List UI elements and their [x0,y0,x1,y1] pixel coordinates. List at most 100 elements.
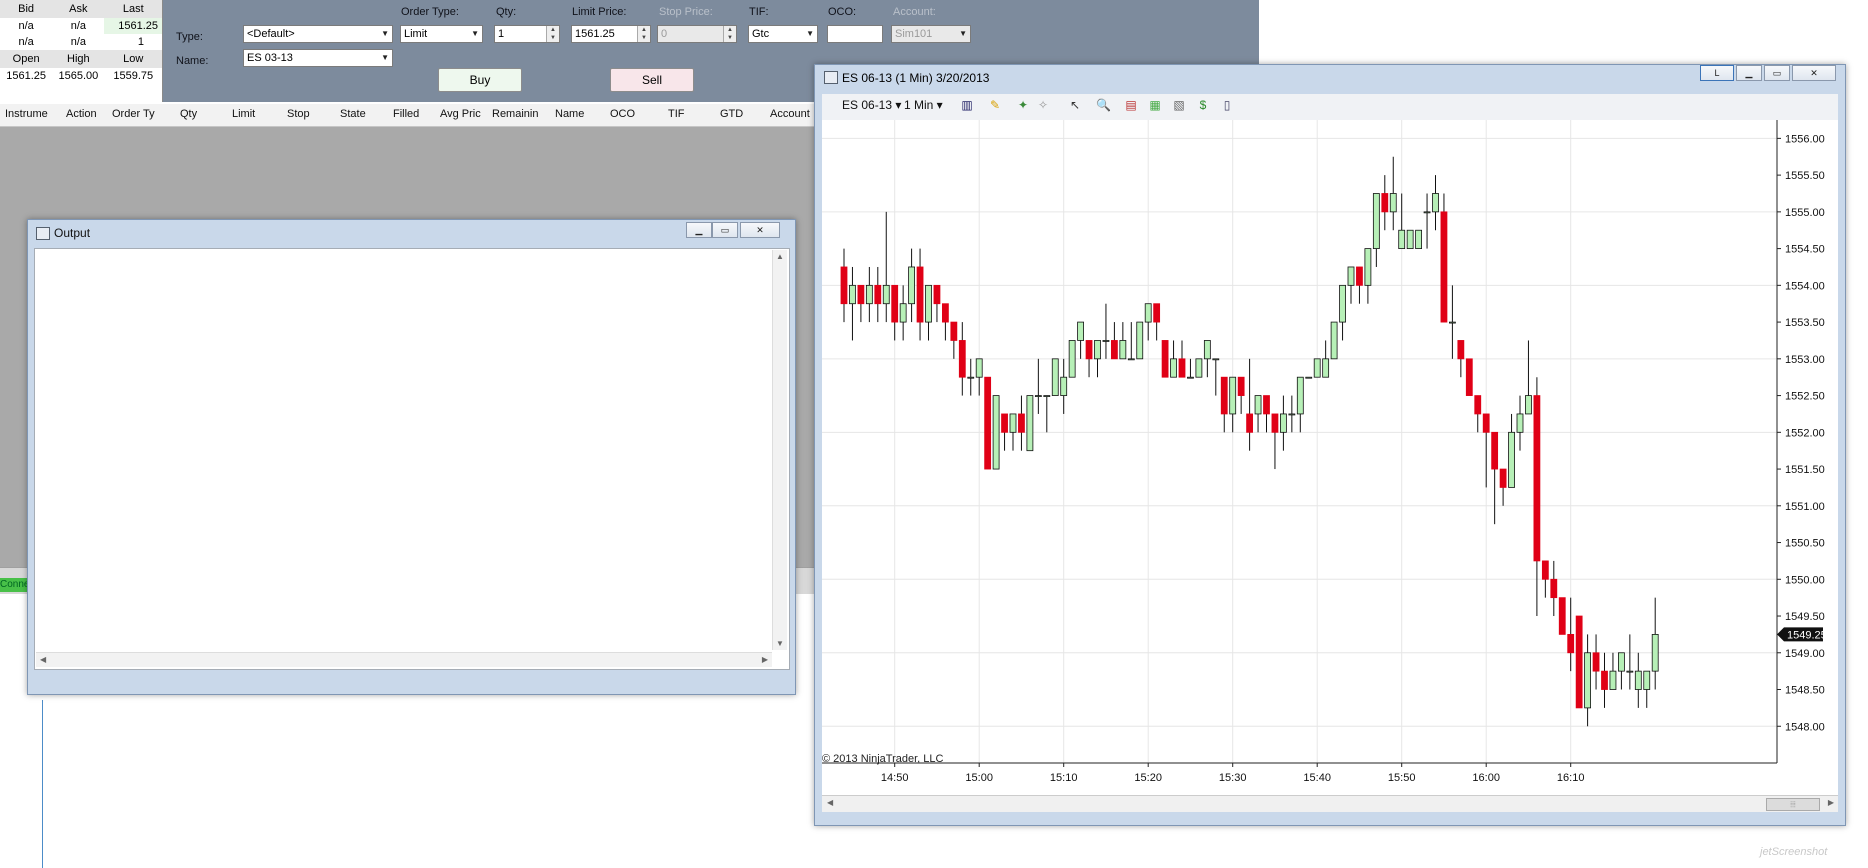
column-header[interactable]: Filled [393,108,419,120]
scroll-thumb[interactable]: ⦙⦙⦙ [1766,798,1820,811]
column-header[interactable]: Remainin [492,108,538,120]
sell-button[interactable]: Sell [610,68,694,92]
maximize-icon[interactable]: ▭ [1764,65,1790,81]
column-header[interactable]: OCO [610,108,635,120]
strategies-icon[interactable]: $ [1196,98,1210,112]
close-icon[interactable]: ✕ [1792,65,1836,81]
candle-body [1271,413,1279,433]
account-select: Sim101 ▼ [891,25,971,43]
candle [1634,652,1642,708]
chart-style-icon[interactable]: ▥ [960,98,974,112]
bid-header: Bid [0,0,53,18]
output-horizontal-scrollbar[interactable]: ◀ ▶ [36,652,772,667]
pin-button[interactable]: L [1700,65,1734,81]
candle-body [1541,560,1549,580]
instrument-selector[interactable]: ES 06-13 ▾ [842,98,901,112]
buy-button[interactable]: Buy [438,68,522,92]
y-tick-label: 1549.00 [1785,648,1825,660]
output-text-area[interactable] [34,248,790,670]
candle-body [882,284,890,305]
candle-body [1102,340,1110,342]
indicators-icon[interactable]: ▦ [1148,98,1162,112]
name-select[interactable]: ES 03-13 ▼ [243,49,393,67]
candle-body [1195,358,1203,378]
limit-price-spinner[interactable]: ▲ ▼ [637,26,650,42]
x-tick-label: 15:40 [1303,772,1331,784]
chart-toolbar [822,94,1838,121]
oco-input[interactable] [827,25,883,43]
candle-body [975,358,983,378]
column-header[interactable]: Avg Pric [440,108,481,120]
column-header[interactable]: Instrume [5,108,48,120]
candle-body [1550,578,1558,599]
scroll-right-icon[interactable]: ▶ [762,655,768,664]
candle-body [1525,395,1532,415]
properties-icon[interactable]: ▧ [1172,98,1186,112]
order-type-label: Order Type: [401,6,459,18]
candle [950,321,958,359]
column-header[interactable]: GTD [720,108,743,120]
price-chart[interactable]: 1548.00 1548.50 1549.00 1549.50 1550.00 1550.… [822,120,1838,805]
candle [1440,193,1448,323]
scroll-left-icon[interactable]: ◀ [40,655,46,664]
add-indicator-icon[interactable]: ✦ [1016,98,1030,112]
scroll-up-icon[interactable]: ▲ [776,252,784,261]
low-header: Low [104,50,162,68]
y-tick-label: 1551.50 [1785,464,1825,476]
cursor-icon[interactable]: ↖ [1068,98,1082,112]
candle-body [1516,413,1524,433]
tif-value: Gtc [752,28,770,40]
chart-trader-icon[interactable]: ▯ [1220,98,1234,112]
stop-price-input: 0 ▲ ▼ [657,25,737,43]
minimize-icon[interactable]: ▁ [686,222,712,238]
y-tick-label: 1554.50 [1785,244,1825,256]
drawing-tool-icon[interactable]: ✎ [988,98,1002,112]
candle [967,358,975,396]
candle-body [1491,431,1499,470]
type-select[interactable]: <Default> ▼ [243,25,393,43]
column-header[interactable]: Order Ty [112,108,155,120]
column-header[interactable]: Stop [287,108,310,120]
order-type-select[interactable]: Limit ▼ [400,25,483,43]
output-vertical-scrollbar[interactable]: ▲ ▼ [772,250,787,650]
scroll-down-icon[interactable]: ▼ [776,639,784,648]
candle [1018,395,1025,451]
candle [891,284,899,341]
limit-price-input[interactable]: 1561.25 ▲ ▼ [571,25,651,43]
tif-select[interactable]: Gtc ▼ [748,25,818,43]
column-header[interactable]: Name [555,108,584,120]
column-header[interactable]: Limit [232,108,255,120]
candle [1203,340,1211,378]
data-box-icon[interactable]: ▤ [1124,98,1138,112]
qty-spinner[interactable]: ▲ ▼ [546,26,559,42]
interval-selector[interactable]: 1 Min ▾ [904,98,943,112]
candle-body [1465,358,1473,396]
candle [1541,560,1549,598]
close-icon[interactable]: ✕ [740,222,780,238]
column-header[interactable]: State [340,108,366,120]
column-header[interactable]: TIF [668,108,685,120]
column-header[interactable]: Action [66,108,97,120]
zoom-icon[interactable]: 🔍 [1096,98,1111,112]
chart-scrollbar[interactable]: ◀ ⦙⦙⦙ ▶ [822,795,1838,812]
column-header[interactable]: Qty [180,108,197,120]
candle [1406,229,1414,249]
scroll-left-icon[interactable]: ◀ [827,798,833,807]
qty-input[interactable]: 1 ▲ ▼ [494,25,560,43]
maximize-icon[interactable]: ▭ [712,222,738,238]
candle [1237,376,1245,414]
candle-body [1212,358,1220,361]
candle [1381,175,1389,231]
y-tick-label: 1553.50 [1785,317,1825,329]
candle-body [1508,431,1515,488]
column-header[interactable]: Account [770,108,810,120]
scroll-right-icon[interactable]: ▶ [1828,798,1834,807]
candle-body [967,376,975,379]
minimize-icon[interactable]: ▁ [1736,65,1762,81]
candle [1153,303,1161,341]
chart-area[interactable]: 1548.00 1548.50 1549.00 1549.50 1550.00 1550.… [822,120,1838,805]
strategy-icon[interactable]: ✧ [1036,98,1050,112]
bid-value: n/a [18,20,34,32]
candle-body [1144,303,1152,323]
candle-body [1651,634,1659,672]
